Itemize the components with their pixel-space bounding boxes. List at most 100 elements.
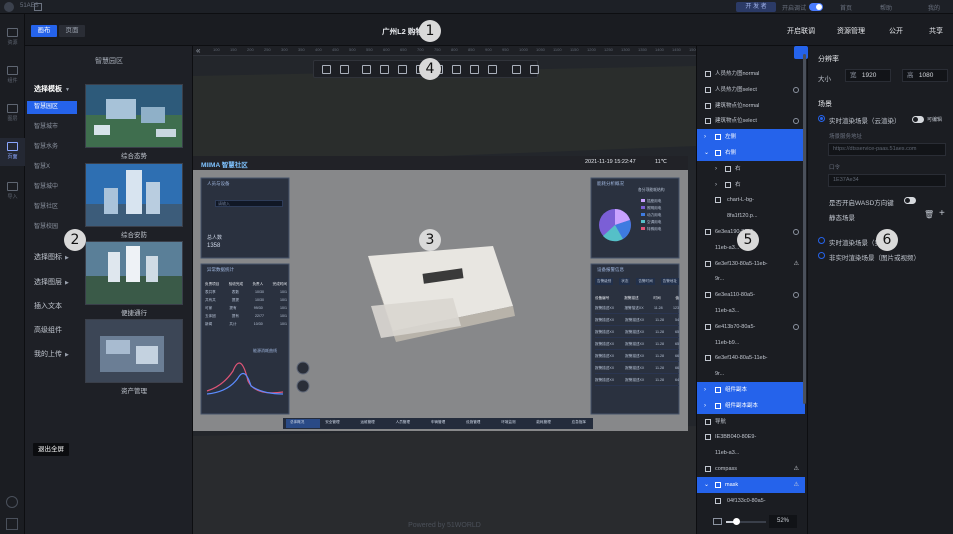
sys-link-help[interactable]: 帮助 xyxy=(880,3,892,12)
undo-icon[interactable] xyxy=(340,65,349,74)
category-select-layer[interactable]: 选择图层 ▶ xyxy=(34,277,69,287)
start-debug-button[interactable]: 开启联调 xyxy=(787,26,815,36)
layer-item[interactable]: ⌄ mask ⚠ xyxy=(697,476,805,493)
distribute-horizontal-icon[interactable] xyxy=(488,65,497,74)
exit-icon[interactable] xyxy=(6,518,18,530)
subcategory-item[interactable]: 智慧园区 xyxy=(27,101,77,114)
bottom-tab[interactable]: 车辆管理 xyxy=(431,420,445,425)
settings-icon[interactable] xyxy=(512,65,521,74)
bottom-tab[interactable]: 环境监测 xyxy=(501,420,515,425)
realtime-scene-radio[interactable] xyxy=(818,115,825,122)
height-input[interactable]: 高 1080 xyxy=(902,69,948,82)
layer-item[interactable]: IE3BB040-80E9- xyxy=(697,429,805,445)
table-row[interactable]: 报警描述XX 报警描述XX 11.28 123 xyxy=(595,302,679,314)
category-insert-text[interactable]: 插入文本 xyxy=(34,301,62,311)
bottom-tab[interactable]: 能耗管理 xyxy=(536,420,550,425)
redo-icon[interactable] xyxy=(322,65,331,74)
category-select-template[interactable]: 选择模板 ▼ xyxy=(34,84,70,94)
rail-item-assets[interactable]: 资源 xyxy=(0,24,25,52)
align-left-icon[interactable] xyxy=(362,65,371,74)
table-row[interactable]: 表共享 表数 10/30 10/1 xyxy=(205,288,287,296)
layer-item[interactable]: 11eb-a3... xyxy=(697,445,805,461)
layer-item[interactable]: ⌄ 右侧 xyxy=(697,145,805,161)
add-icon[interactable]: + xyxy=(939,208,945,219)
bottom-tab[interactable]: 应急指挥 xyxy=(572,420,586,425)
wasd-toggle[interactable] xyxy=(904,197,916,204)
eye-icon[interactable] xyxy=(793,86,799,93)
layer-item[interactable]: 6e3ea110-80a5- xyxy=(697,287,805,303)
subcategory-item[interactable]: 智慧城市 xyxy=(27,121,77,134)
layer-item[interactable]: 11eb-b9... xyxy=(697,335,805,351)
template-thumbnail-security[interactable] xyxy=(85,163,183,227)
layer-item[interactable]: › 组件副本副本 xyxy=(697,397,805,414)
keyboard-icon[interactable] xyxy=(713,518,722,525)
layer-item[interactable]: › 右 xyxy=(697,177,805,193)
layer-item[interactable]: › 左侧 xyxy=(697,129,805,146)
bottom-tab[interactable]: 运维管理 xyxy=(360,420,374,425)
layer-item[interactable]: › 右 xyxy=(697,161,805,177)
tab-canvas[interactable]: 画布 xyxy=(31,25,57,37)
layer-scrollbar[interactable] xyxy=(803,54,806,404)
canvas-area[interactable]: 100 150 200 250 300 350 400 450 500 550 600 650 700 7… xyxy=(193,46,696,534)
layer-item[interactable]: 建筑物点位select xyxy=(697,113,805,129)
scene-url-input[interactable]: https://dtsservice-paas.51aes.com xyxy=(828,143,946,156)
table-tab[interactable]: 告警级别 xyxy=(595,278,614,285)
resource-manage-button[interactable]: 资源管理 xyxy=(837,26,865,36)
table-row[interactable]: 共有共 提提 10/30 10/1 xyxy=(205,296,287,304)
category-select-icon[interactable]: 选择图标 ▶ xyxy=(34,252,69,262)
subcategory-item[interactable]: 智慧X xyxy=(27,161,77,174)
layer-item[interactable]: 人员热力图normal xyxy=(697,66,805,82)
layer-item[interactable]: 导航 xyxy=(697,414,805,430)
developer-pill[interactable]: 开 发 者 xyxy=(736,2,776,12)
realtime-scene-2-radio[interactable] xyxy=(818,237,825,244)
dashboard-search-input[interactable]: 请输入 xyxy=(215,200,283,207)
chevron-icon[interactable]: › xyxy=(704,382,706,398)
layer-item[interactable]: 04f133c0-80a5- xyxy=(697,493,805,506)
chevron-icon[interactable]: ⌄ xyxy=(704,145,709,161)
exit-fullscreen-button[interactable]: 退出全屏 xyxy=(33,443,69,456)
non-realtime-scene-radio[interactable] xyxy=(818,252,825,259)
table-tab[interactable]: 状态 xyxy=(619,278,631,285)
trash-icon[interactable]: 🗑 xyxy=(924,210,934,219)
eye-icon[interactable] xyxy=(793,229,799,235)
align-bottom-icon[interactable] xyxy=(452,65,461,74)
table-row[interactable]: 报警描述XX 报警描述XX 11.28 66 xyxy=(595,350,679,362)
debug-toggle[interactable] xyxy=(809,3,823,11)
table-row[interactable]: 报警描述XX 报警描述XX 11.28 65 xyxy=(595,326,679,338)
help-icon[interactable] xyxy=(6,496,18,508)
dashboard-preview[interactable]: MIIMA 智慧社区 2021-11-19 15:22:47 11℃ 人员与设备… xyxy=(193,156,688,431)
tab-page[interactable]: 页面 xyxy=(59,25,85,37)
category-advanced-components[interactable]: 高级组件 xyxy=(34,325,62,335)
zoom-slider-handle[interactable] xyxy=(733,518,740,525)
rail-item-components[interactable]: 组件 xyxy=(0,62,25,90)
table-row[interactable]: 新闻 共计 10/30 10/1 xyxy=(205,320,287,328)
layer-item[interactable]: 6e3ef140-80a5-11eb- xyxy=(697,350,805,366)
subcategory-item[interactable]: 智慧城中 xyxy=(27,181,77,194)
chevron-icon[interactable]: › xyxy=(715,161,717,177)
bottom-tab[interactable]: 设施管理 xyxy=(466,420,480,425)
chevron-icon[interactable]: ⌄ xyxy=(704,477,709,493)
layer-item[interactable]: › 组件副本 xyxy=(697,382,805,398)
table-row[interactable]: 可家 提有 99/30 10/1 xyxy=(205,304,287,312)
chevron-icon[interactable]: › xyxy=(715,177,717,193)
layer-item[interactable]: 人员热力图select xyxy=(697,82,805,98)
editable-toggle[interactable] xyxy=(912,116,924,123)
table-row[interactable]: 五体团 提有 22/77 10/1 xyxy=(205,312,287,320)
zoom-input[interactable]: 52% xyxy=(769,515,797,528)
rail-item-layers[interactable]: 图层 xyxy=(0,100,25,128)
eye-icon[interactable] xyxy=(793,118,799,125)
template-thumbnail-access[interactable] xyxy=(85,241,183,305)
rail-item-import[interactable]: 导入 xyxy=(0,178,25,206)
table-row[interactable]: 报警描述XX 报警描述XX 11.28 66 xyxy=(595,362,679,374)
table-row[interactable]: 报警描述XX 报警描述XX 11.28 65 xyxy=(595,338,679,350)
align-center-icon[interactable] xyxy=(380,65,389,74)
chevron-icon[interactable]: › xyxy=(704,129,706,145)
rail-item-pages[interactable]: 页面 xyxy=(0,138,25,166)
category-my-uploads[interactable]: 我的上传 ▶ xyxy=(34,349,69,359)
eye-icon[interactable] xyxy=(793,292,799,299)
subcategory-item[interactable]: 智慧水务 xyxy=(27,141,77,154)
lock-icon[interactable] xyxy=(530,65,539,74)
document-title[interactable]: 广州L2 购物中心 xyxy=(345,26,475,37)
sys-link-home[interactable]: 首页 xyxy=(840,3,852,12)
align-right-icon[interactable] xyxy=(398,65,407,74)
